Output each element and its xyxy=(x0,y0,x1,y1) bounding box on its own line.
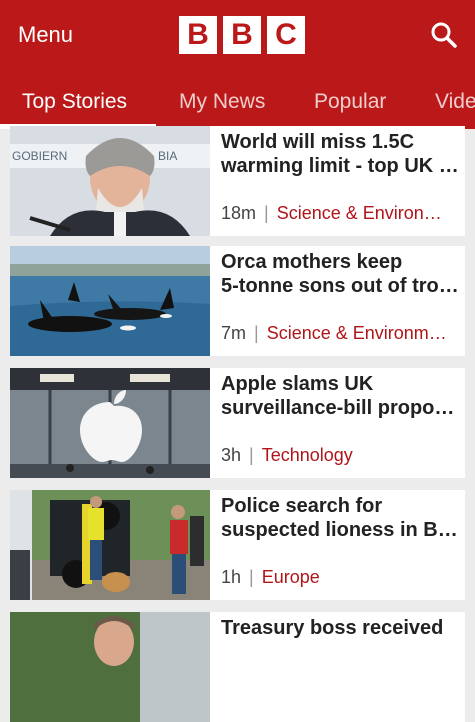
logo-letter-b2: B xyxy=(223,16,261,54)
search-icon[interactable] xyxy=(429,20,459,50)
meta-separator: | xyxy=(249,445,254,465)
story-headline[interactable]: Apple slams UK surveillance-bill propos… xyxy=(221,372,459,420)
story-headline[interactable]: World will miss 1.5C warming limit - top … xyxy=(221,130,459,178)
story-thumbnail xyxy=(10,490,210,600)
story-time: 3h xyxy=(221,445,242,465)
meta-separator: | xyxy=(264,203,269,223)
story-meta: 3h | Technology xyxy=(221,445,461,466)
story-thumbnail xyxy=(10,246,210,356)
app-header: Menu B B C Top Stories My News Popular V… xyxy=(0,0,475,129)
logo-letter-c: C xyxy=(267,16,305,54)
story-card[interactable]: Treasury boss received xyxy=(10,612,465,722)
story-topic-link[interactable]: Science & Environm… xyxy=(267,323,447,343)
story-thumbnail xyxy=(10,368,210,478)
meta-separator: | xyxy=(249,567,254,587)
story-card[interactable]: GOBIERN BIA World will miss 1.5C warming … xyxy=(10,126,465,236)
tab-popular[interactable]: Popular xyxy=(314,90,386,114)
story-time: 7m xyxy=(221,323,247,343)
meta-separator: | xyxy=(254,323,259,343)
story-headline[interactable]: Treasury boss received xyxy=(221,616,459,640)
story-card[interactable]: Police search for suspected lioness in Be… xyxy=(10,490,465,600)
story-meta: 1h | Europe xyxy=(221,567,461,588)
tab-video[interactable]: Vide xyxy=(435,90,475,114)
story-headline[interactable]: Orca mothers keep 5-tonne sons out of tro… xyxy=(221,250,459,298)
menu-button[interactable]: Menu xyxy=(18,22,73,48)
section-tabs: Top Stories My News Popular Vide xyxy=(0,76,475,129)
story-meta: 7m | Science & Environm… xyxy=(221,323,461,344)
story-topic-link[interactable]: Science & Environ… xyxy=(277,203,442,223)
tab-top-stories[interactable]: Top Stories xyxy=(22,90,127,114)
story-topic-link[interactable]: Technology xyxy=(262,445,353,465)
tab-my-news[interactable]: My News xyxy=(179,90,265,114)
podium-sign-text: GOBIERN xyxy=(12,149,67,163)
logo-letter-b1: B xyxy=(179,16,217,54)
story-meta: 18m | Science & Environ… xyxy=(221,203,461,224)
story-topic-link[interactable]: Europe xyxy=(262,567,320,587)
story-thumbnail xyxy=(10,612,210,722)
story-card[interactable]: Orca mothers keep 5-tonne sons out of tro… xyxy=(10,246,465,356)
story-time: 1h xyxy=(221,567,242,587)
story-headline[interactable]: Police search for suspected lioness in Be… xyxy=(221,494,459,542)
story-time: 18m xyxy=(221,203,257,223)
story-card[interactable]: Apple slams UK surveillance-bill propos… … xyxy=(10,368,465,478)
podium-sign-text-right: BIA xyxy=(158,149,177,163)
story-thumbnail: GOBIERN BIA xyxy=(10,126,210,236)
bbc-logo[interactable]: B B C xyxy=(179,16,305,54)
